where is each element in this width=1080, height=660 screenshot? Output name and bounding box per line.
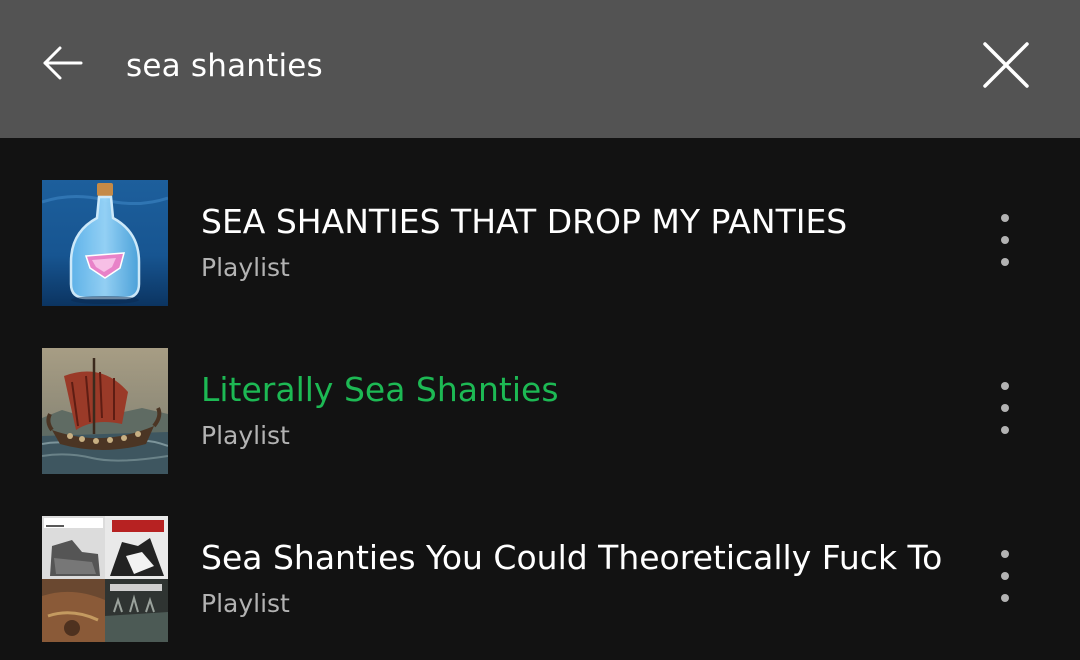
back-button[interactable] — [40, 42, 86, 84]
list-item[interactable]: SEA SHANTIES THAT DROP MY PANTIES Playli… — [0, 138, 1080, 306]
result-title: Sea Shanties You Could Theoretically Fuc… — [201, 538, 943, 577]
playlist-cover-image — [42, 516, 168, 642]
more-options-button[interactable] — [984, 376, 1026, 440]
arrow-left-icon — [43, 46, 83, 80]
search-results-list: SEA SHANTIES THAT DROP MY PANTIES Playli… — [0, 138, 1080, 660]
playlist-cover-image — [42, 180, 168, 306]
result-type: Playlist — [201, 589, 290, 618]
clear-search-button[interactable] — [980, 39, 1032, 91]
more-options-button[interactable] — [984, 208, 1026, 272]
more-options-button[interactable] — [984, 544, 1026, 608]
search-input[interactable]: sea shanties — [126, 44, 323, 88]
playlist-cover-image — [42, 348, 168, 474]
result-title: SEA SHANTIES THAT DROP MY PANTIES — [201, 202, 848, 241]
list-item[interactable]: Sea Shanties You Could Theoretically Fuc… — [0, 474, 1080, 642]
result-type: Playlist — [201, 253, 290, 282]
close-icon — [983, 42, 1029, 88]
result-title: Literally Sea Shanties — [201, 370, 559, 409]
result-type: Playlist — [201, 421, 290, 450]
search-header: sea shanties — [0, 0, 1080, 138]
list-item[interactable]: Literally Sea Shanties Playlist — [0, 306, 1080, 474]
